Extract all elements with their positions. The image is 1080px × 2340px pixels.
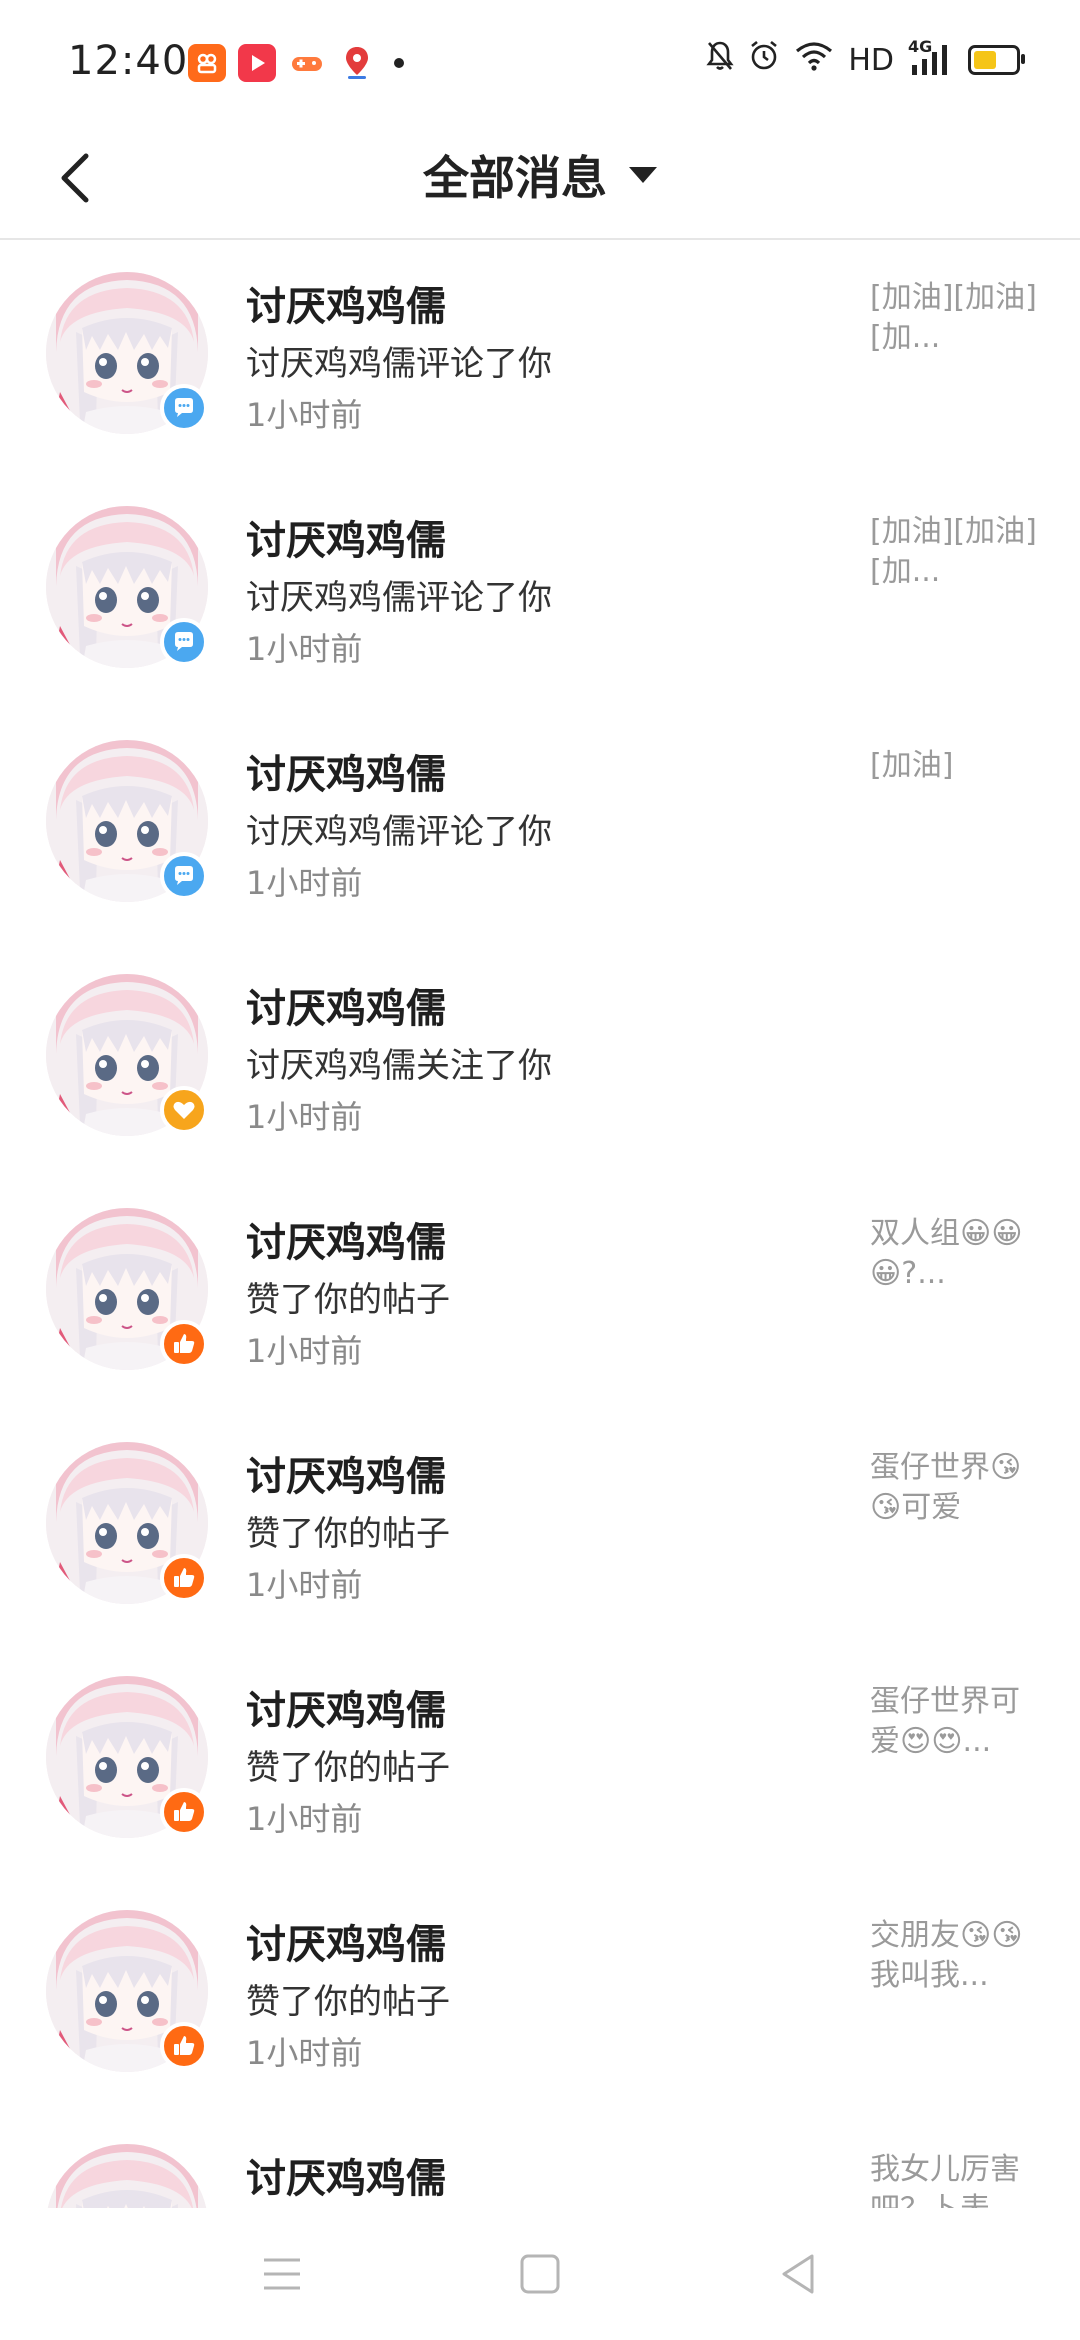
message-item[interactable]: 讨厌鸡鸡儒赞了你的帖子 1小时前 蛋仔世界可爱😍😍... — [0, 1644, 1080, 1878]
sender-name[interactable]: 讨厌鸡鸡儒 — [246, 742, 446, 800]
post-preview[interactable]: 双人组😀😀😀?... — [870, 1214, 1040, 1294]
message-time: 1小时前 — [246, 396, 363, 434]
thumbs-up-icon — [160, 1320, 208, 1368]
sender-name[interactable]: 讨厌鸡鸡儒 — [246, 274, 446, 332]
thumbs-up-icon — [160, 1554, 208, 1602]
message-item[interactable]: 讨厌鸡鸡儒赞了你的帖子 1小时前 双人组😀😀😀?... — [0, 1176, 1080, 1410]
message-action: 讨厌鸡鸡儒评论了你 — [246, 812, 552, 852]
message-action: 赞了你的帖子 — [246, 1514, 450, 1554]
comment-icon — [160, 852, 208, 900]
message-item[interactable]: 讨厌鸡鸡儒赞了你的帖子 1小时前 蛋仔世界😘😘可爱 — [0, 1410, 1080, 1644]
post-preview[interactable]: 蛋仔世界😘😘可爱 — [870, 1448, 1040, 1528]
message-filter-dropdown[interactable]: 全部消息 — [0, 142, 1080, 208]
post-preview[interactable]: [加油] — [870, 746, 1040, 786]
message-time: 1小时前 — [246, 1800, 363, 1838]
message-action: 赞了你的帖子 — [246, 1982, 450, 2022]
more-notifications-dot — [394, 58, 404, 68]
message-time: 1小时前 — [246, 2034, 363, 2072]
message-item[interactable]: 讨厌鸡鸡儒讨厌鸡鸡儒评论了你 1小时前 [加油] — [0, 708, 1080, 942]
post-preview[interactable]: [加油][加油][加... — [870, 278, 1040, 358]
status-icons: HD 4G — [706, 37, 1025, 80]
sender-name[interactable]: 讨厌鸡鸡儒 — [246, 2146, 446, 2204]
post-preview[interactable]: [加油][加油][加... — [870, 512, 1040, 592]
message-action: 讨厌鸡鸡儒关注了你 — [246, 1046, 552, 1086]
sender-name[interactable]: 讨厌鸡鸡儒 — [246, 1678, 446, 1736]
post-preview[interactable]: 我女儿厉害吧？卜表 — [870, 2150, 1040, 2208]
game-app-icon — [288, 44, 326, 82]
system-navigation-bar — [0, 2208, 1080, 2340]
status-time: 12:40 — [68, 38, 189, 84]
map-app-icon — [338, 44, 376, 82]
message-list[interactable]: 讨厌鸡鸡儒 讨厌鸡鸡儒评论了你 1小时前 [加油][加油][加... 讨厌鸡鸡儒 讨厌鸡鸡… — [0, 240, 1080, 2208]
message-item[interactable]: 讨厌鸡鸡儒 我女儿厉害吧？卜表 — [0, 2112, 1080, 2208]
message-action: 赞了你的帖子 — [246, 1748, 450, 1788]
message-action: 讨厌鸡鸡儒评论了你 — [246, 578, 552, 618]
bell-off-icon — [706, 40, 734, 80]
message-time: 1小时前 — [246, 864, 363, 902]
status-bar: 12:40 HD 4G — [0, 0, 1080, 120]
header-bar: 全部消息 — [0, 120, 1080, 240]
home-icon[interactable] — [510, 2244, 570, 2304]
message-action: 讨厌鸡鸡儒评论了你 — [246, 344, 552, 384]
sender-name[interactable]: 讨厌鸡鸡儒 — [246, 1912, 446, 1970]
back-triangle-icon[interactable] — [768, 2244, 828, 2304]
notification-app-icons — [188, 44, 404, 82]
wifi-icon — [794, 41, 834, 79]
message-item[interactable]: 讨厌鸡鸡儒赞了你的帖子 1小时前 交朋友😘😘我叫我... — [0, 1878, 1080, 2112]
thumbs-up-icon — [160, 2022, 208, 2070]
alarm-icon — [748, 40, 780, 80]
page-title: 全部消息 — [423, 151, 607, 205]
video-app-icon — [238, 44, 276, 82]
message-action: 赞了你的帖子 — [246, 1280, 450, 1320]
battery-level-fill — [974, 51, 996, 69]
message-time: 1小时前 — [246, 1566, 363, 1604]
message-time: 1小时前 — [246, 1332, 363, 1370]
message-item[interactable]: 讨厌鸡鸡儒讨厌鸡鸡儒评论了你 1小时前 [加油][加油][加... — [0, 474, 1080, 708]
sender-name[interactable]: 讨厌鸡鸡儒 — [246, 976, 446, 1034]
sender-name[interactable]: 讨厌鸡鸡儒 — [246, 1444, 446, 1502]
battery-icon — [968, 45, 1025, 75]
network-type-label: HD — [848, 42, 894, 78]
sender-name[interactable]: 讨厌鸡鸡儒 — [246, 508, 446, 566]
message-time: 1小时前 — [246, 1098, 363, 1136]
thumbs-up-icon — [160, 1788, 208, 1836]
comment-icon — [160, 618, 208, 666]
message-item[interactable]: 讨厌鸡鸡儒讨厌鸡鸡儒关注了你 1小时前 — [0, 942, 1080, 1176]
signal-icon: 4G — [908, 37, 954, 77]
comment-icon — [160, 384, 208, 432]
message-item[interactable]: 讨厌鸡鸡儒讨厌鸡鸡儒评论了你 1小时前 [加油][加油][加... — [0, 240, 1080, 474]
caret-down-icon — [629, 167, 657, 183]
kuaishou-app-icon — [188, 44, 226, 82]
sender-name[interactable]: 讨厌鸡鸡儒 — [246, 1210, 446, 1268]
heart-icon — [160, 1086, 208, 1134]
post-preview[interactable]: 交朋友😘😘我叫我... — [870, 1916, 1040, 1996]
avatar[interactable] — [46, 2144, 208, 2208]
message-time: 1小时前 — [246, 630, 363, 668]
post-preview[interactable]: 蛋仔世界可爱😍😍... — [870, 1682, 1040, 1762]
menu-icon[interactable] — [252, 2244, 312, 2304]
